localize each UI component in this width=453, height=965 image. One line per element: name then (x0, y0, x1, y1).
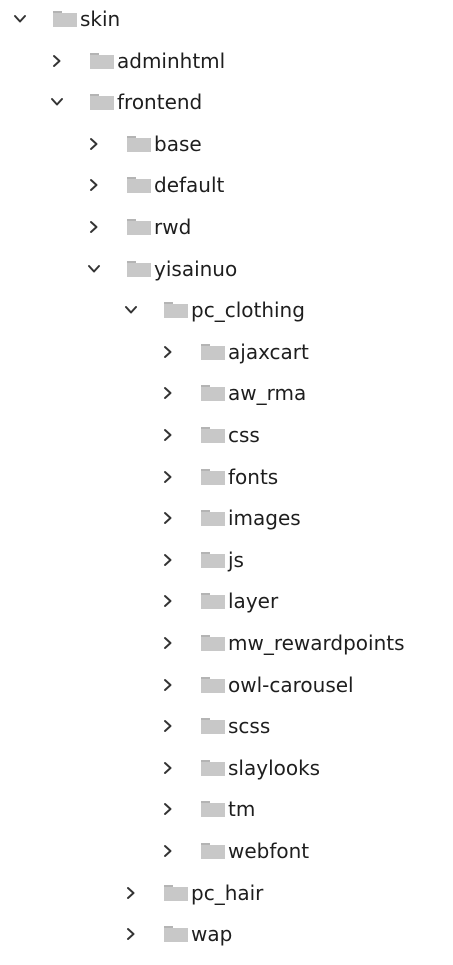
tree-row-frontend[interactable]: frontend (0, 85, 453, 119)
chevron-right-icon[interactable] (49, 53, 65, 69)
chevron-right-icon[interactable] (123, 926, 139, 942)
chevron-right-icon[interactable] (160, 635, 176, 651)
chevron-right-icon[interactable] (160, 427, 176, 443)
folder-icon (53, 11, 77, 27)
tree-row-label: scss (228, 714, 271, 739)
tree-row-slaylooks[interactable]: slaylooks (0, 751, 453, 785)
tree-row-label: yisainuo (154, 256, 238, 281)
tree-row-js[interactable]: js (0, 543, 453, 577)
folder-icon (201, 759, 225, 776)
tree-row-label: js (228, 547, 244, 572)
tree-row-scss[interactable]: scss (0, 709, 453, 743)
chevron-right-icon[interactable] (160, 385, 176, 401)
tree-row-label: adminhtml (117, 48, 226, 73)
chevron-right-icon[interactable] (160, 718, 176, 734)
folder-icon (127, 219, 151, 235)
folder-icon (127, 260, 151, 277)
tree-row-skin[interactable]: skin (0, 2, 453, 36)
tree-row-wap[interactable]: wap (0, 917, 453, 951)
tree-row-pc_hair[interactable]: pc_hair (0, 876, 453, 910)
tree-row-adminhtml[interactable]: adminhtml (0, 44, 453, 78)
tree-row-label: skin (80, 7, 121, 31)
folder-icon (90, 52, 114, 69)
folder-icon (201, 385, 225, 402)
chevron-right-icon[interactable] (160, 469, 176, 485)
tree-row-webfont[interactable]: webfont (0, 834, 453, 868)
tree-row-default[interactable]: default (0, 168, 453, 202)
tree-row-label: images (228, 506, 301, 531)
tree-row-label: aw_rma (228, 381, 307, 406)
tree-row-images[interactable]: images (0, 501, 453, 535)
folder-icon (201, 468, 225, 485)
tree-row-mw_rewardpoints[interactable]: mw_rewardpoints (0, 626, 453, 660)
chevron-right-icon[interactable] (160, 593, 176, 609)
tree-row-ajaxcart[interactable]: ajaxcart (0, 335, 453, 369)
tree-row-base[interactable]: base (0, 127, 453, 161)
folder-icon (201, 551, 225, 568)
folder-icon (127, 177, 151, 194)
tree-row-rwd[interactable]: rwd (0, 210, 453, 244)
folder-icon (164, 302, 188, 319)
folder-icon (201, 718, 225, 735)
tree-row-label: layer (228, 589, 279, 614)
tree-row-label: webfont (228, 839, 310, 863)
folder-icon (164, 926, 188, 943)
chevron-right-icon[interactable] (160, 510, 176, 526)
tree-row-label: wap (191, 922, 233, 947)
chevron-down-icon[interactable] (86, 261, 102, 277)
tree-row-owl-carousel[interactable]: owl-carousel (0, 668, 453, 702)
chevron-right-icon[interactable] (160, 552, 176, 568)
tree-row-label: frontend (117, 90, 203, 115)
tree-row-yisainuo[interactable]: yisainuo (0, 252, 453, 286)
tree-row-label: owl-carousel (228, 672, 354, 697)
tree-row-label: fonts (228, 464, 279, 489)
tree-row-label: pc_clothing (191, 298, 305, 323)
chevron-down-icon[interactable] (49, 94, 65, 110)
folder-icon (164, 884, 188, 901)
tree-row-layer[interactable]: layer (0, 584, 453, 618)
tree-row-fonts[interactable]: fonts (0, 460, 453, 494)
chevron-right-icon[interactable] (123, 885, 139, 901)
folder-icon (201, 843, 225, 859)
folder-icon (201, 510, 225, 527)
tree-row-css[interactable]: css (0, 418, 453, 452)
folder-icon (201, 427, 225, 443)
chevron-right-icon[interactable] (86, 136, 102, 152)
folder-icon (201, 801, 225, 818)
chevron-right-icon[interactable] (160, 677, 176, 693)
folder-icon (201, 676, 225, 693)
tree-row-label: tm (228, 797, 256, 822)
folder-icon (201, 635, 225, 651)
tree-row-tm[interactable]: tm (0, 792, 453, 826)
folder-tree: skin adminhtml frontend base default rwd yisai… (0, 0, 453, 965)
folder-icon (201, 343, 225, 360)
chevron-right-icon[interactable] (160, 760, 176, 776)
chevron-right-icon[interactable] (160, 801, 176, 817)
tree-row-label: pc_hair (191, 880, 264, 905)
tree-row-pc_clothing[interactable]: pc_clothing (0, 293, 453, 327)
tree-row-label: rwd (154, 215, 192, 239)
chevron-right-icon[interactable] (86, 219, 102, 235)
tree-row-label: slaylooks (228, 755, 321, 780)
tree-row-label: base (154, 131, 202, 156)
chevron-down-icon[interactable] (12, 11, 28, 27)
chevron-right-icon[interactable] (86, 177, 102, 193)
chevron-down-icon[interactable] (123, 302, 139, 318)
tree-row-label: ajaxcart (228, 339, 309, 364)
tree-row-label: mw_rewardpoints (228, 631, 405, 655)
chevron-right-icon[interactable] (160, 344, 176, 360)
folder-icon (201, 593, 225, 610)
tree-row-aw_rma[interactable]: aw_rma (0, 376, 453, 410)
folder-icon (127, 135, 151, 152)
tree-row-label: default (154, 173, 225, 198)
chevron-right-icon[interactable] (160, 843, 176, 859)
tree-row-label: css (228, 423, 260, 447)
folder-icon (90, 94, 114, 111)
